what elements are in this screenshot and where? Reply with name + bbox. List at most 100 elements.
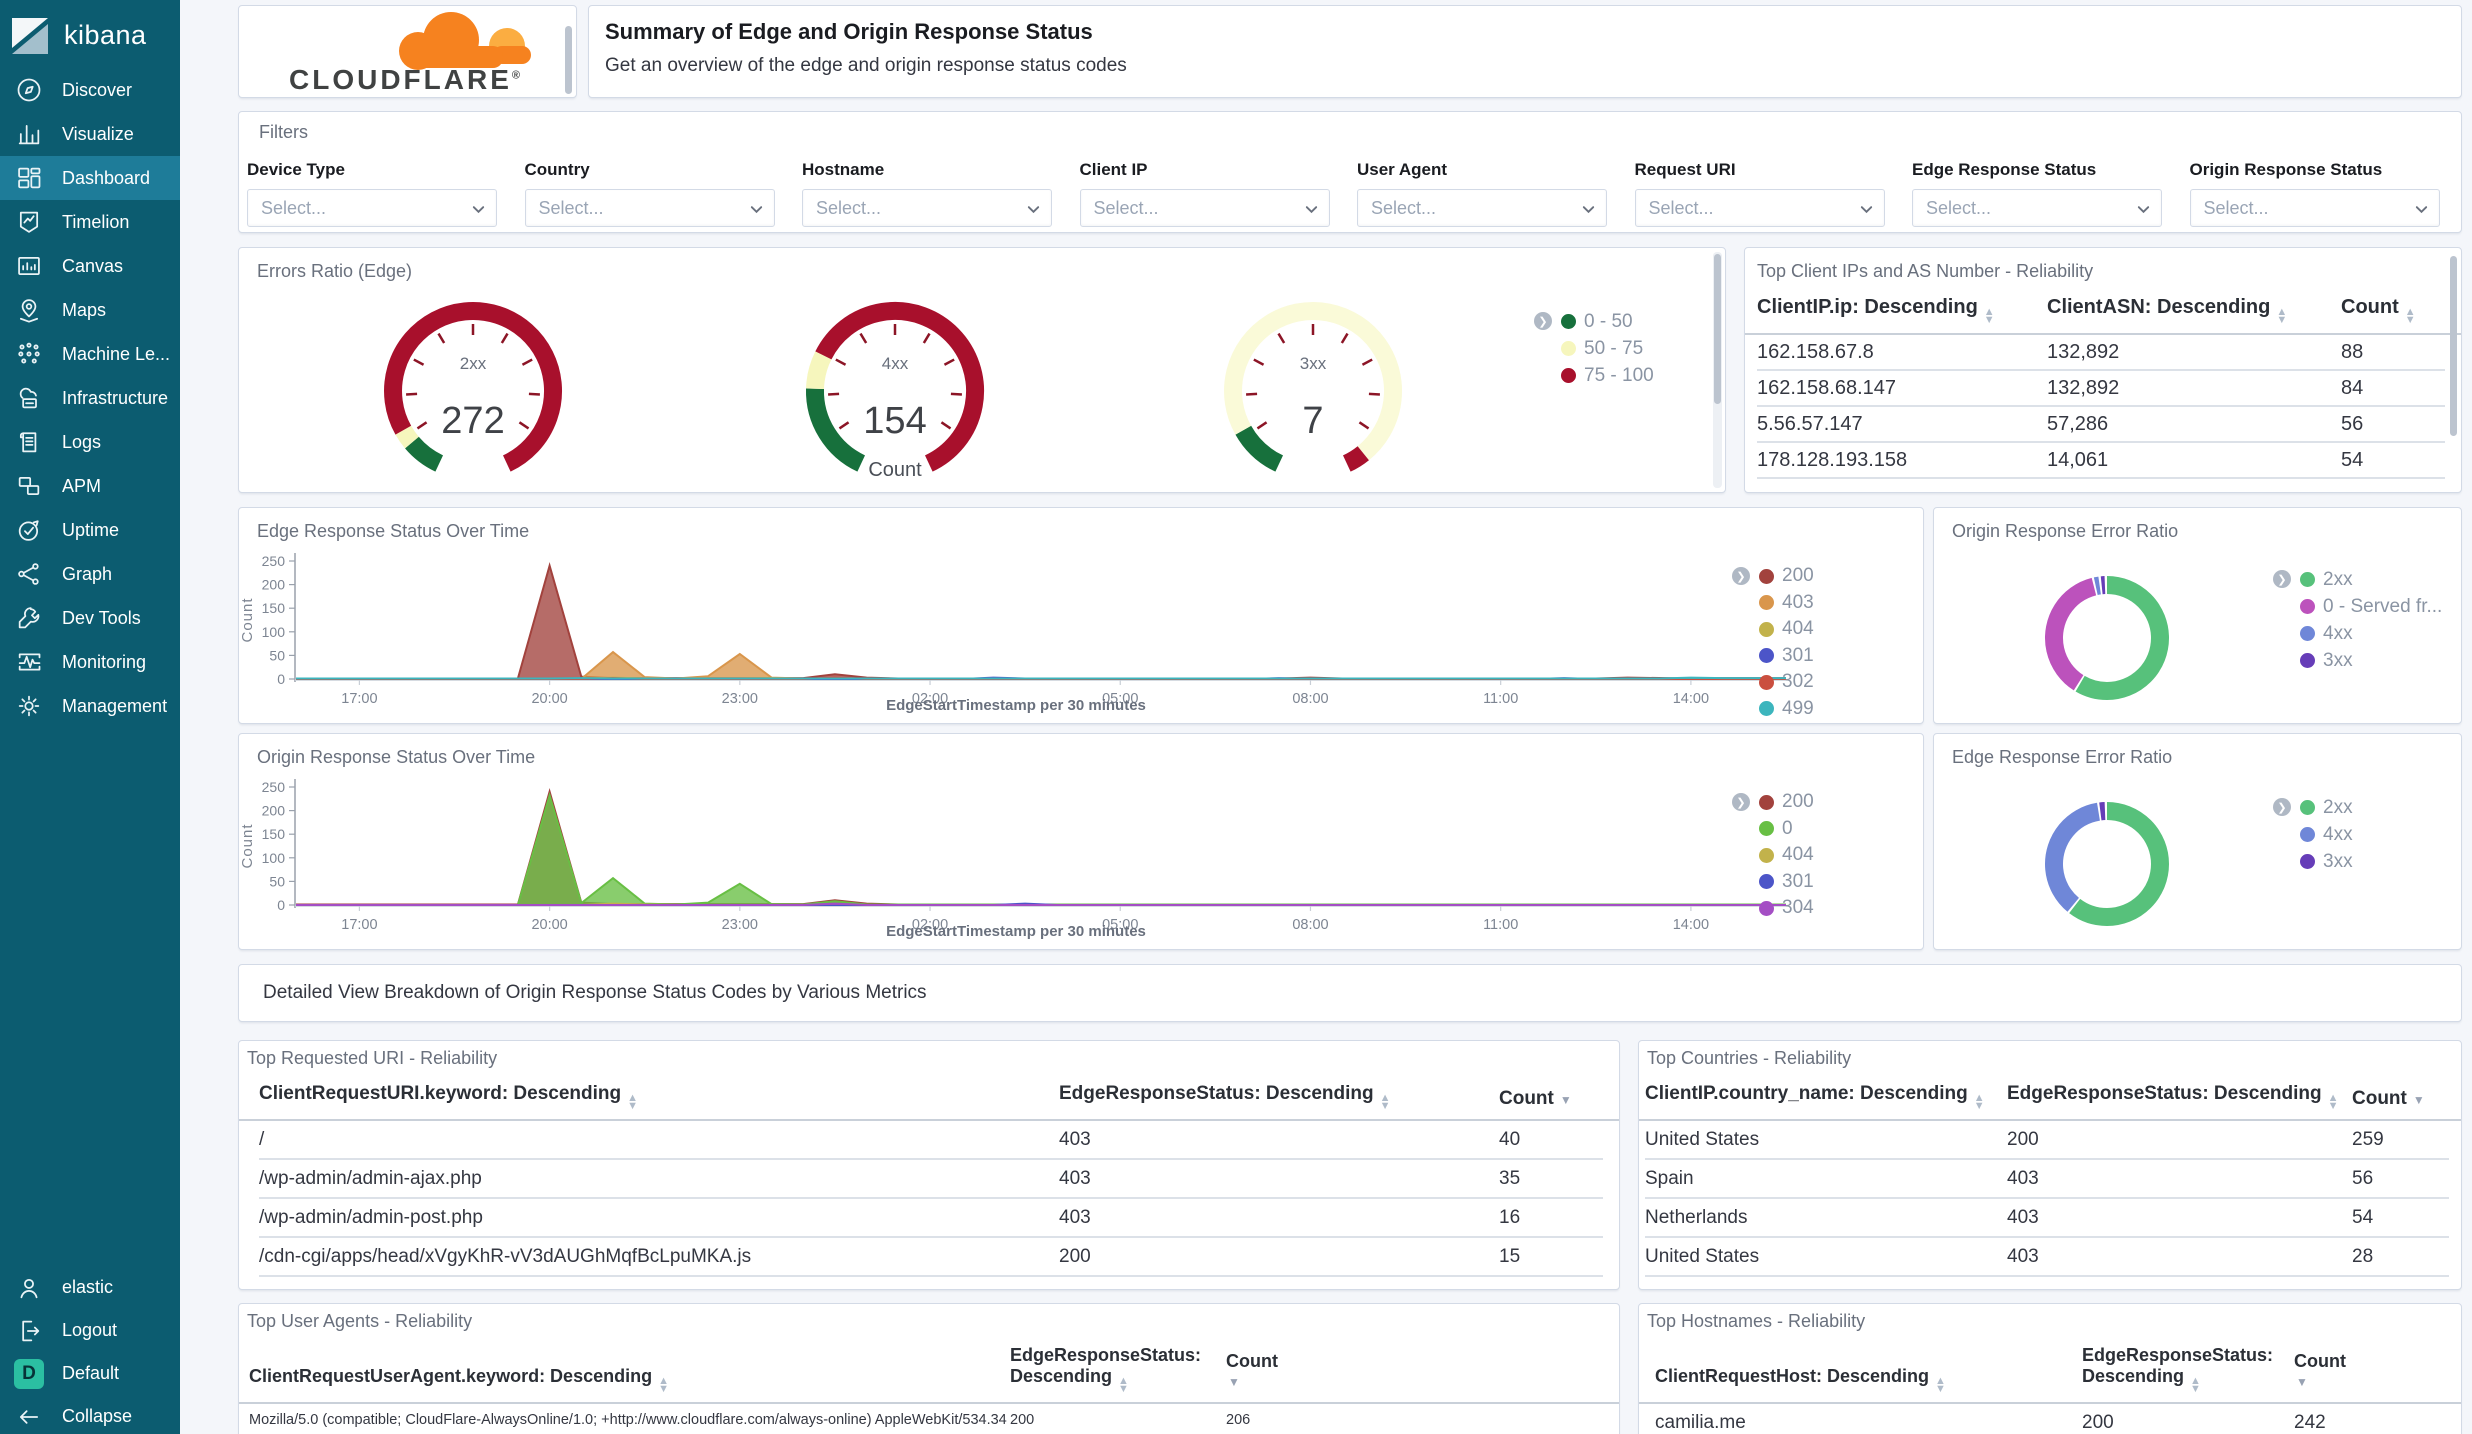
legend-item-0-50[interactable]: 0 - 50 bbox=[1561, 308, 1654, 335]
filter-select-hostname[interactable]: Select... bbox=[802, 189, 1052, 227]
logo-panel-scrollbar[interactable] bbox=[565, 26, 572, 94]
legend-item-499[interactable]: 499 bbox=[1759, 696, 1814, 723]
sidebar-item-management[interactable]: Management bbox=[0, 684, 180, 728]
filter-select-edge-response-status[interactable]: Select... bbox=[1912, 189, 2162, 227]
filter-hostname: Hostname Select... bbox=[802, 160, 1052, 227]
table-cell: 200 bbox=[2082, 1404, 2294, 1434]
sidebar-footer-collapse[interactable]: Collapse bbox=[0, 1395, 180, 1434]
column-header-label: Count bbox=[2294, 1351, 2346, 1371]
svg-text:100: 100 bbox=[262, 850, 286, 866]
legend-label: 4xx bbox=[2323, 622, 2353, 644]
column-header-count[interactable]: Count ▼ bbox=[1226, 1351, 1607, 1402]
svg-text:Count: Count bbox=[868, 459, 922, 481]
legend-item-50-75[interactable]: 50 - 75 bbox=[1561, 335, 1654, 362]
sidebar-item-apm[interactable]: APM bbox=[0, 464, 180, 508]
sidebar-item-timelion[interactable]: Timelion bbox=[0, 200, 180, 244]
legend-item-4xx[interactable]: 4xx bbox=[2300, 821, 2353, 848]
sidebar-item-label: Uptime bbox=[62, 519, 120, 540]
cloudflare-logo-panel: CLOUDFLARE® bbox=[238, 5, 577, 98]
legend-expand-icon[interactable]: ❯ bbox=[2273, 570, 2291, 588]
legend-label: 404 bbox=[1782, 844, 1814, 866]
legend-item-304[interactable]: 304 bbox=[1759, 895, 1814, 922]
edge-response-error-ratio-panel: Edge Response Error Ratio ❯ 2xx 4xx 3xx bbox=[1933, 733, 2462, 950]
column-header-edgeresponsestatus-descending[interactable]: EdgeResponseStatus: Descending ▲ ▼ bbox=[2007, 1083, 2352, 1119]
kibana-logo[interactable]: kibana bbox=[0, 0, 180, 60]
sidebar-item-label: Maps bbox=[62, 299, 107, 320]
filter-select-origin-response-status[interactable]: Select... bbox=[2189, 189, 2440, 227]
sidebar-item-machine-le[interactable]: Machine Le... bbox=[0, 332, 180, 376]
cloudflare-logo: CLOUDFLARE® bbox=[265, 8, 555, 98]
column-header-clientip-ip-descending[interactable]: ClientIP.ip: Descending ▲ ▼ bbox=[1757, 296, 2047, 333]
column-header-clientrequestuseragent-keyword-descending[interactable]: ClientRequestUserAgent.keyword: Descendi… bbox=[249, 1366, 1010, 1402]
collapse-icon bbox=[14, 1402, 44, 1432]
column-header-label: EdgeResponseStatus: Descending bbox=[1010, 1345, 1202, 1386]
column-header-count[interactable]: Count ▼ bbox=[1499, 1088, 1603, 1119]
sidebar-item-maps[interactable]: Maps bbox=[0, 288, 180, 332]
legend-item-3xx[interactable]: 3xx bbox=[2300, 647, 2442, 674]
legend-item-0-served-fr[interactable]: 0 - Served fr... bbox=[2300, 593, 2442, 620]
legend-color-dot bbox=[1561, 314, 1576, 329]
sidebar-item-monitoring[interactable]: Monitoring bbox=[0, 640, 180, 684]
filter-select-user-agent[interactable]: Select... bbox=[1357, 189, 1607, 227]
legend-item-0[interactable]: 0 bbox=[1759, 816, 1814, 843]
sidebar-footer-default[interactable]: D Default bbox=[0, 1352, 180, 1395]
gauges-scrollbar[interactable] bbox=[1714, 254, 1721, 404]
sidebar-item-uptime[interactable]: Uptime bbox=[0, 508, 180, 552]
legend-item-301[interactable]: 301 bbox=[1759, 643, 1814, 670]
legend-item-301[interactable]: 301 bbox=[1759, 869, 1814, 896]
legend-expand-icon[interactable]: ❯ bbox=[2273, 798, 2291, 816]
top-hostnames-panel: Top Hostnames - Reliability ClientReques… bbox=[1638, 1303, 2462, 1434]
filter-select-device-type[interactable]: Select... bbox=[247, 189, 497, 227]
legend-item-2xx[interactable]: 2xx bbox=[2300, 566, 2442, 593]
svg-text:EdgeStartTimestamp per 30 minu: EdgeStartTimestamp per 30 minutes bbox=[886, 697, 1146, 714]
column-header-count[interactable]: Count ▼ bbox=[2294, 1351, 2449, 1402]
sidebar-item-logs[interactable]: Logs bbox=[0, 420, 180, 464]
legend-item-302[interactable]: 302 bbox=[1759, 669, 1814, 696]
legend-item-75-100[interactable]: 75 - 100 bbox=[1561, 362, 1654, 389]
client-ips-scrollbar[interactable] bbox=[2450, 256, 2457, 436]
filter-label: Origin Response Status bbox=[2189, 160, 2383, 179]
sidebar-item-canvas[interactable]: Canvas bbox=[0, 244, 180, 288]
column-header-clientrequesthost-descending[interactable]: ClientRequestHost: Descending ▲ ▼ bbox=[1655, 1366, 2082, 1402]
column-header-label: Count bbox=[1499, 1088, 1554, 1109]
legend-item-403[interactable]: 403 bbox=[1759, 590, 1814, 617]
legend-expand-icon[interactable]: ❯ bbox=[1732, 793, 1750, 811]
svg-text:150: 150 bbox=[262, 826, 286, 842]
chevron-down-icon bbox=[1027, 206, 1040, 214]
legend-item-200[interactable]: 200 bbox=[1759, 789, 1814, 816]
legend-item-4xx[interactable]: 4xx bbox=[2300, 620, 2442, 647]
sidebar-item-dev-tools[interactable]: Dev Tools bbox=[0, 596, 180, 640]
infrastructure-icon bbox=[14, 383, 44, 413]
sidebar-item-visualize[interactable]: Visualize bbox=[0, 112, 180, 156]
column-header-clientip-country-name-descending[interactable]: ClientIP.country_name: Descending ▲ ▼ bbox=[1645, 1083, 2007, 1119]
column-header-count[interactable]: Count ▼ bbox=[2352, 1088, 2449, 1119]
sidebar-item-discover[interactable]: Discover bbox=[0, 68, 180, 112]
logs-icon bbox=[14, 427, 44, 457]
sidebar-item-graph[interactable]: Graph bbox=[0, 552, 180, 596]
sidebar-footer-logout[interactable]: Logout bbox=[0, 1309, 180, 1352]
legend-item-3xx[interactable]: 3xx bbox=[2300, 848, 2353, 875]
sidebar-item-dashboard[interactable]: Dashboard bbox=[0, 156, 180, 200]
column-header-edgeresponsestatus-descending[interactable]: EdgeResponseStatus: Descending ▲ ▼ bbox=[1010, 1345, 1226, 1402]
legend-expand-icon[interactable]: ❯ bbox=[1732, 567, 1750, 585]
filter-user-agent: User Agent Select... bbox=[1357, 160, 1607, 227]
cloudflare-wordmark: CLOUDFLARE® bbox=[289, 64, 523, 95]
legend-item-2xx[interactable]: 2xx bbox=[2300, 794, 2353, 821]
legend-color-dot bbox=[1759, 794, 1774, 810]
column-header-clientasn-descending[interactable]: ClientASN: Descending ▲ ▼ bbox=[2047, 296, 2341, 333]
column-header-edgeresponsestatus-descending[interactable]: EdgeResponseStatus: Descending ▲ ▼ bbox=[1059, 1083, 1499, 1119]
legend-item-404[interactable]: 404 bbox=[1759, 842, 1814, 869]
visualize-icon bbox=[14, 119, 44, 149]
sidebar-footer-elastic[interactable]: elastic bbox=[0, 1266, 180, 1309]
column-header-clientrequesturi-keyword-descending[interactable]: ClientRequestURI.keyword: Descending ▲ ▼ bbox=[259, 1083, 1059, 1119]
column-header-count[interactable]: Count ▲ ▼ bbox=[2341, 296, 2445, 333]
legend-item-200[interactable]: 200 bbox=[1759, 563, 1814, 590]
sidebar-item-infrastructure[interactable]: Infrastructure bbox=[0, 376, 180, 420]
legend-expand-icon[interactable]: ❯ bbox=[1534, 312, 1552, 330]
column-header-edgeresponsestatus-descending[interactable]: EdgeResponseStatus: Descending ▲ ▼ bbox=[2082, 1345, 2294, 1402]
filter-select-country[interactable]: Select... bbox=[524, 189, 775, 227]
filter-select-request-uri[interactable]: Select... bbox=[1634, 189, 1885, 227]
legend-item-404[interactable]: 404 bbox=[1759, 616, 1814, 643]
filter-select-client-ip[interactable]: Select... bbox=[1079, 189, 1330, 227]
svg-text:100: 100 bbox=[262, 624, 286, 640]
